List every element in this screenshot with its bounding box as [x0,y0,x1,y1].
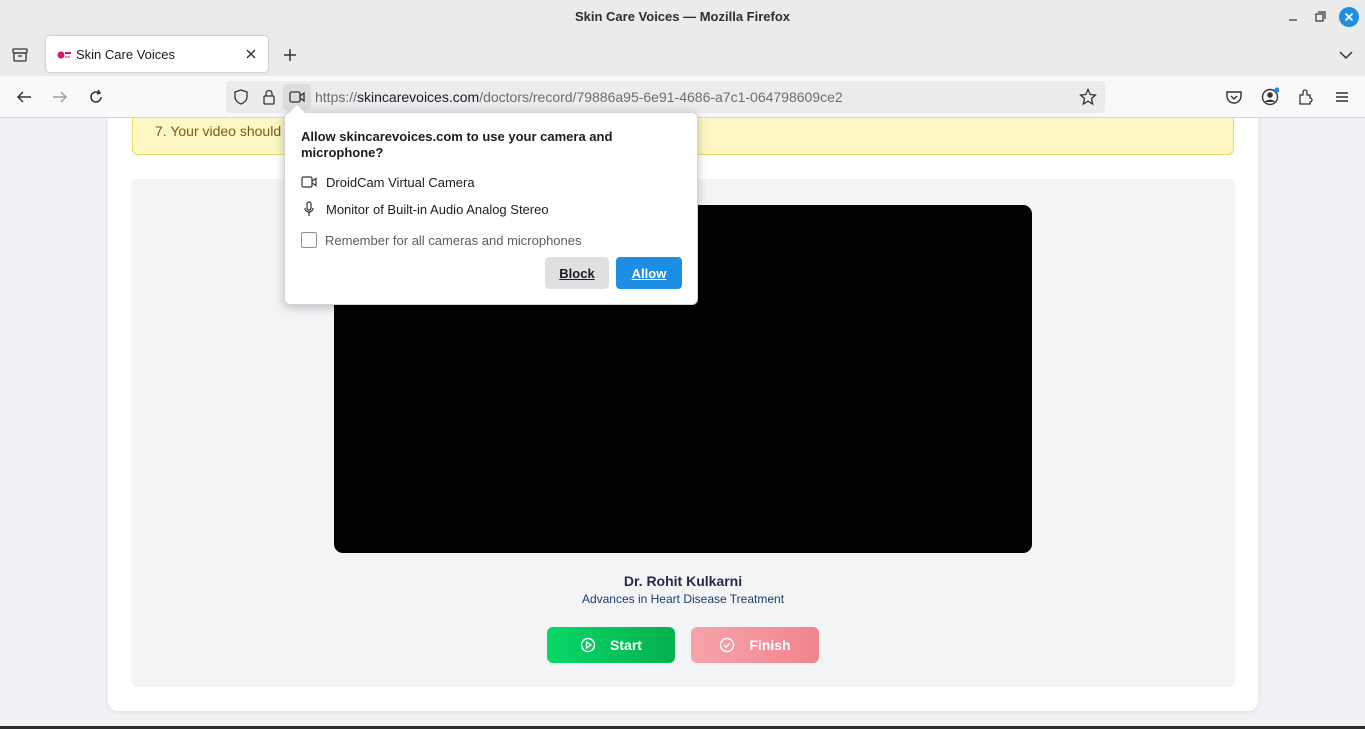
account-icon[interactable] [1261,87,1279,106]
url-text[interactable]: https://skincarevoices.com/doctors/recor… [315,89,843,105]
reload-icon[interactable] [87,88,105,106]
close-tab-icon[interactable] [244,47,258,61]
remember-checkbox[interactable] [301,232,317,248]
url-host: skincarevoices.com [357,89,480,105]
window-titlebar: Skin Care Voices — Mozilla Firefox [0,0,1365,34]
camera-device-name: DroidCam Virtual Camera [326,174,475,190]
play-circle-icon [580,637,596,653]
permission-title: Allow skincarevoices.com to use your cam… [301,129,613,160]
camera-icon [301,176,317,188]
doctor-name: Dr. Rohit Kulkarni [623,573,743,589]
doctor-topic: Advances in Heart Disease Treatment [581,592,785,606]
url-path: /doctors/record/79886a95-6e91-4686-a7c1-… [479,89,843,105]
permission-popup: Allow skincarevoices.com to use your cam… [284,103,698,305]
site-favicon-icon [57,48,71,60]
maximize-icon[interactable] [1310,7,1330,27]
menu-hamburger-icon[interactable] [1333,88,1351,106]
remember-label: Remember for all cameras and microphones [325,232,582,248]
tab-title: Skin Care Voices [76,47,175,62]
minimize-icon[interactable] [1283,7,1303,27]
window-title: Skin Care Voices — Mozilla Firefox [574,9,791,24]
tab-list-icon[interactable] [11,46,29,64]
microphone-device-name: Monitor of Built-in Audio Analog Stereo [326,201,549,217]
finish-button[interactable]: Finish [691,627,819,663]
start-button[interactable]: Start [547,627,675,663]
url-prefix: https:// [315,89,358,105]
lock-icon[interactable] [260,88,278,106]
chevron-down-icon[interactable] [1337,46,1355,64]
forward-icon[interactable] [51,88,69,106]
back-icon[interactable] [15,88,33,106]
allow-button[interactable]: Allow [616,257,682,289]
camera-device-row: DroidCam Virtual Camera [301,173,475,191]
bookmark-star-icon[interactable] [1079,88,1097,106]
pocket-icon[interactable] [1225,88,1243,106]
close-window-icon[interactable] [1339,7,1359,27]
notice-text: 7. Your video should [155,123,282,139]
new-tab-icon[interactable] [281,46,299,64]
tracking-protection-shield-icon[interactable] [232,88,250,106]
remember-option[interactable]: Remember for all cameras and microphones [301,232,582,248]
start-label: Start [610,637,642,653]
microphone-device-row: Monitor of Built-in Audio Analog Stereo [301,200,549,218]
finish-label: Finish [749,637,791,653]
extensions-icon[interactable] [1297,88,1315,106]
microphone-icon [304,201,314,216]
block-button[interactable]: Block [545,257,609,289]
url-bar[interactable]: https://skincarevoices.com/doctors/recor… [226,81,1105,113]
tab-strip: Skin Care Voices [0,34,1365,76]
check-circle-icon [720,637,735,653]
tab-skin-care-voices[interactable]: Skin Care Voices [46,36,268,72]
